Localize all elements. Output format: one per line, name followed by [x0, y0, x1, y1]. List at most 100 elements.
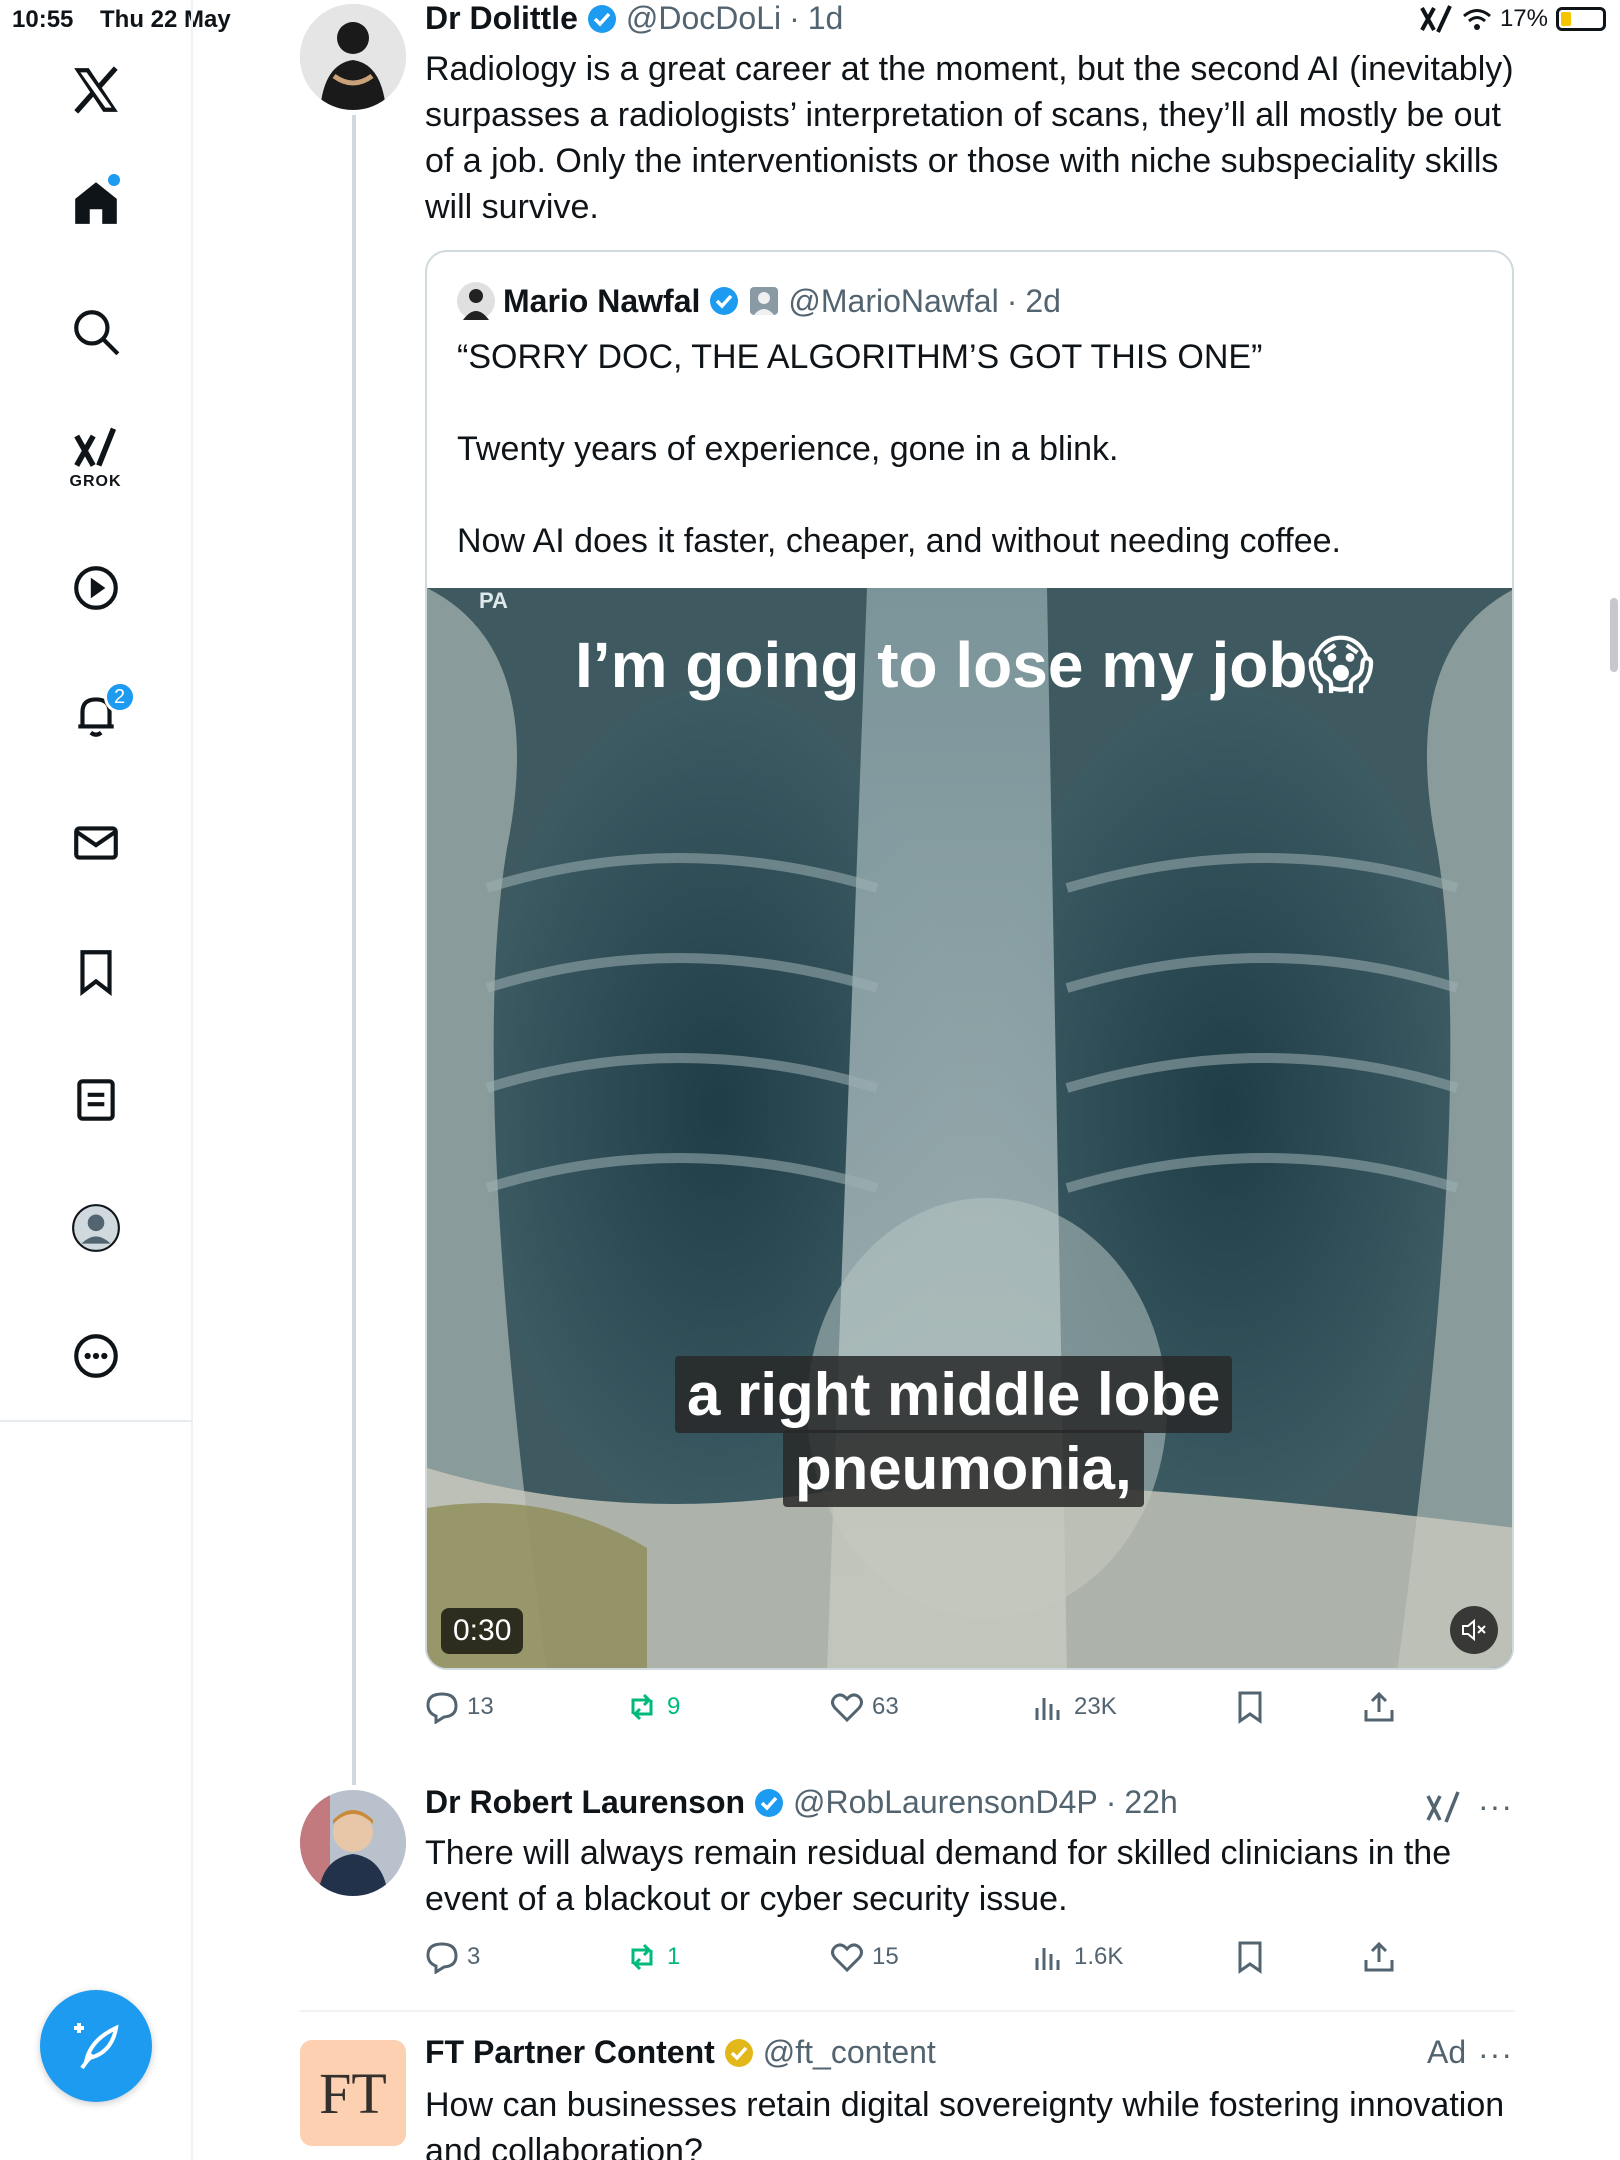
share-icon	[1364, 1691, 1394, 1722]
sidebar-item-home[interactable]	[56, 162, 136, 242]
quoted-time-separator: ·	[1006, 282, 1018, 319]
ad-label: Ad	[1427, 2034, 1467, 2070]
views-count: 23K	[1074, 1693, 1117, 1720]
quoted-author-handle[interactable]: @MarioNawfal	[788, 283, 998, 320]
main-post-header: Dr Dolittle @DocDoLi · 1d	[425, 0, 843, 37]
views-button[interactable]: 23K	[1032, 1690, 1117, 1724]
search-icon	[73, 310, 119, 356]
sidebar-item-messages[interactable]	[56, 803, 136, 883]
quoted-author-name[interactable]: Mario Nawfal	[503, 283, 700, 320]
reply-post-text: There will always remain residual demand…	[425, 1834, 1452, 1918]
reply-post-time[interactable]: 22h	[1124, 1784, 1177, 1821]
avatar-dr-dolittle[interactable]	[300, 4, 406, 110]
reply-icon	[426, 1942, 458, 1974]
video-top-caption: I’m going to lose my job😱	[575, 629, 1375, 701]
avatar-dr-robert-laurenson[interactable]	[300, 1790, 406, 1896]
compose-icon	[74, 2023, 119, 2070]
sidebar-item-bookmarks[interactable]	[56, 932, 136, 1012]
quoted-text-line-2: Twenty years of experience, gone in a bl…	[457, 430, 1119, 468]
like-button[interactable]: 15	[830, 1940, 899, 1974]
pa-label: PA	[479, 588, 508, 613]
repost-icon	[631, 1943, 653, 1971]
verified-badge-icon	[755, 1788, 784, 1817]
reply-time-separator: ·	[1105, 1784, 1117, 1820]
video-player[interactable]: PA I’m going to lose my job😱 a right mid…	[427, 588, 1512, 1668]
reply-button[interactable]: 3	[425, 1940, 480, 1974]
bookmark-icon	[1238, 1691, 1262, 1724]
sidebar-item-profile[interactable]	[56, 1188, 136, 1268]
main-post-text: Radiology is a great career at the momen…	[425, 50, 1514, 226]
x-logo-icon[interactable]	[56, 50, 136, 130]
quoted-post-header: Mario Nawfal @MarioNawfal · 2d	[457, 282, 1061, 320]
author-handle[interactable]: @DocDoLi	[626, 0, 781, 37]
grok-status-icon	[1420, 5, 1452, 33]
sidebar: GROK 2	[0, 0, 193, 2160]
reply-post-actions: 3 1 15 1.6K	[425, 1940, 1425, 1990]
views-button[interactable]: 1.6K	[1032, 1940, 1123, 1974]
sidebar-item-search[interactable]	[56, 292, 136, 372]
repost-icon	[631, 1693, 653, 1721]
grok-label: GROK	[69, 473, 122, 490]
reply-post-header: Dr Robert Laurenson @RobLaurensonD4P · 2…	[425, 1784, 1178, 1821]
ad-author-name[interactable]: FT Partner Content	[425, 2034, 715, 2071]
play-circle-icon	[73, 566, 118, 610]
profile-icon	[71, 1204, 120, 1252]
reply-author-name[interactable]: Dr Robert Laurenson	[425, 1784, 745, 1821]
grok-explain-icon[interactable]	[1426, 1790, 1460, 1824]
like-count: 63	[872, 1693, 899, 1720]
like-count: 15	[872, 1943, 899, 1970]
post-separator	[300, 2010, 1515, 2012]
ft-logo[interactable]: FT	[300, 2040, 406, 2146]
battery-icon	[1556, 7, 1606, 31]
sidebar-item-lists[interactable]	[56, 1060, 136, 1140]
verified-badge-icon	[710, 287, 739, 315]
wifi-icon	[1462, 9, 1491, 30]
views-chart-icon	[1035, 1948, 1060, 1970]
more-options-icon[interactable]: ···	[1478, 2036, 1513, 2073]
post-time[interactable]: 1d	[808, 0, 844, 37]
bookmark-icon	[79, 950, 112, 996]
views-count: 1.6K	[1074, 1943, 1124, 1970]
video-subtitle-line-1: a right middle lobe	[675, 1356, 1233, 1433]
repost-button[interactable]: 9	[625, 1690, 680, 1724]
compose-post-button[interactable]	[40, 1990, 152, 2102]
quoted-post-time: 2d	[1025, 282, 1061, 319]
repost-button[interactable]: 1	[625, 1940, 680, 1974]
notifications-badge: 2	[103, 681, 136, 713]
bookmark-button[interactable]	[1233, 1690, 1267, 1724]
battery-percent: 17%	[1499, 5, 1548, 32]
post-time-separator: ·	[789, 0, 800, 36]
reply-author-handle[interactable]: @RobLaurensonD4P	[793, 1784, 1098, 1821]
share-icon	[1364, 1941, 1394, 1972]
quoted-post-card[interactable]: Mario Nawfal @MarioNawfal · 2d “SORRY DO…	[425, 250, 1514, 1670]
scroll-indicator[interactable]	[1610, 598, 1618, 672]
sidebar-item-more[interactable]	[56, 1316, 136, 1396]
list-icon	[76, 1079, 115, 1121]
bookmark-icon	[1238, 1941, 1262, 1974]
grok-icon	[73, 427, 116, 467]
sidebar-item-video[interactable]	[56, 548, 136, 628]
sidebar-item-notifications[interactable]: 2	[56, 675, 136, 755]
ad-author-handle[interactable]: @ft_content	[763, 2034, 936, 2071]
avatar-mario-nawfal[interactable]	[457, 282, 495, 320]
mute-button[interactable]	[1450, 1606, 1498, 1654]
ad-post-text: How can businesses retain digital sovere…	[425, 2086, 1505, 2160]
envelope-icon	[73, 826, 118, 860]
heart-icon	[831, 1693, 863, 1723]
share-button[interactable]	[1362, 1940, 1396, 1974]
share-button[interactable]	[1362, 1690, 1396, 1724]
like-button[interactable]: 63	[830, 1690, 899, 1724]
thread-line	[352, 115, 356, 1785]
sidebar-item-grok[interactable]: GROK	[56, 418, 136, 498]
reply-button[interactable]: 13	[425, 1690, 494, 1724]
quoted-text-line-1: “SORRY DOC, THE ALGORITHM’S GOT THIS ONE…	[457, 338, 1263, 376]
more-options-icon[interactable]: ···	[1478, 1788, 1513, 1825]
reply-icon	[426, 1692, 458, 1724]
bookmark-button[interactable]	[1233, 1940, 1267, 1974]
author-name[interactable]: Dr Dolittle	[425, 0, 578, 37]
heart-icon	[831, 1943, 863, 1973]
repost-count: 9	[667, 1693, 681, 1720]
sidebar-divider	[0, 1420, 193, 1422]
video-duration: 0:30	[441, 1608, 524, 1654]
speaker-muted-icon	[1462, 1618, 1486, 1642]
